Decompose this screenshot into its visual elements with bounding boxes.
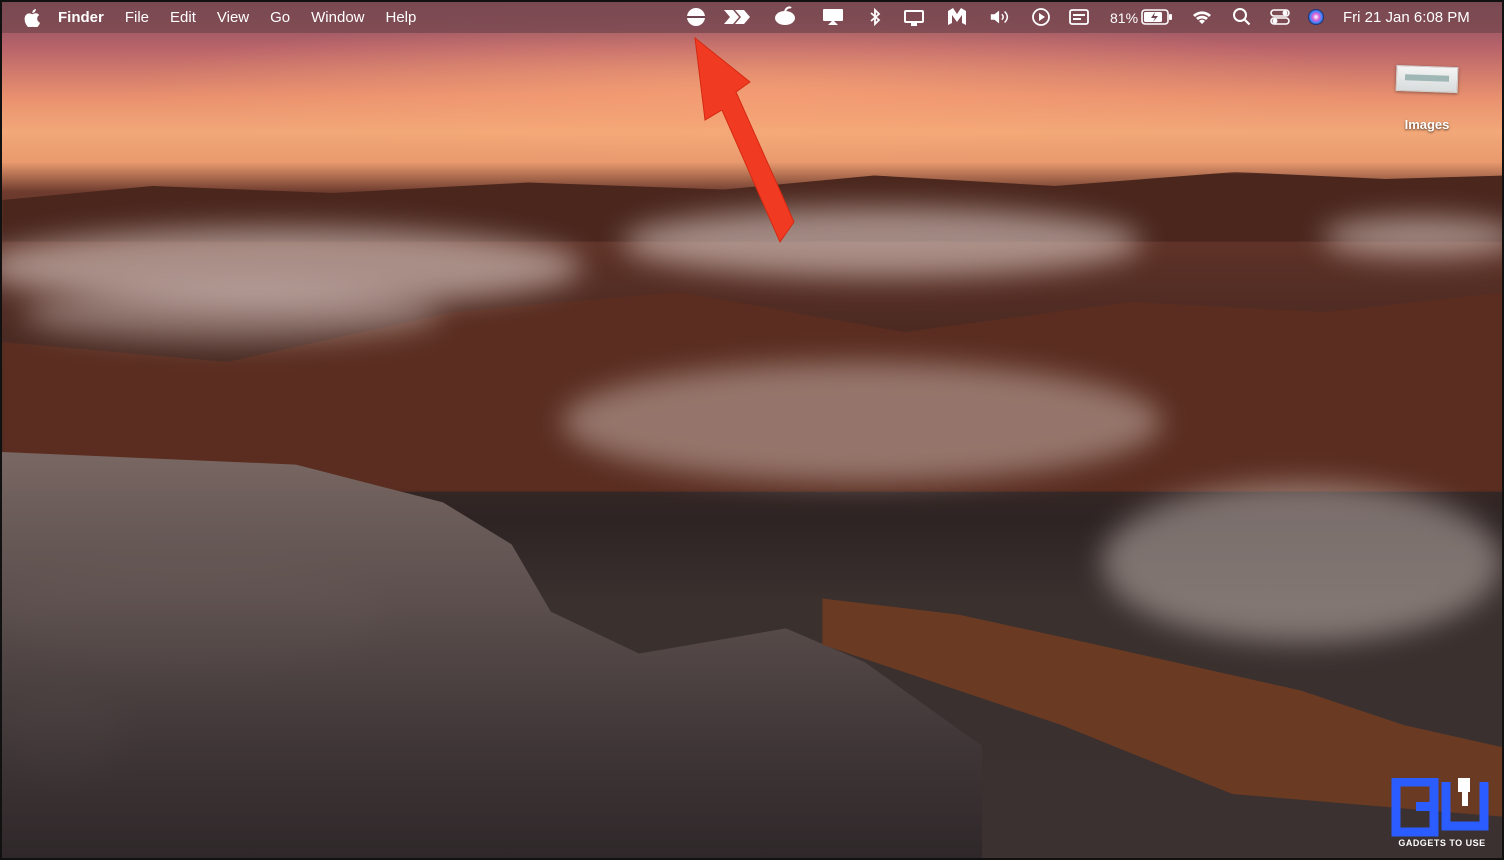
wifi-icon[interactable] xyxy=(1191,8,1213,26)
malwarebytes-icon[interactable] xyxy=(946,8,968,26)
desktop-screen: Finder File Edit View Go Window Help 81%… xyxy=(0,0,1504,860)
menu-window[interactable]: Window xyxy=(311,9,364,26)
image-file-icon xyxy=(1395,64,1459,94)
battery-icon[interactable] xyxy=(1141,8,1173,26)
desktop-icon-label: Images xyxy=(1404,117,1450,132)
coconut-battery-icon[interactable] xyxy=(774,6,796,25)
desktop-wallpaper xyxy=(2,2,1502,858)
fast-forward-icon[interactable] xyxy=(724,8,750,26)
airplay-display-icon[interactable] xyxy=(822,8,844,26)
menu-edit[interactable]: Edit xyxy=(170,9,196,26)
bluetooth-icon[interactable] xyxy=(864,8,886,26)
menu-go[interactable]: Go xyxy=(270,9,290,26)
battery-percent: 81% xyxy=(1110,10,1139,26)
play-icon[interactable] xyxy=(1030,8,1052,26)
menu-app-finder[interactable]: Finder xyxy=(58,9,104,26)
ocean xyxy=(2,452,982,858)
menubar-clock[interactable]: Fri 21 Jan 6:08 PM xyxy=(1343,9,1470,26)
search-icon[interactable] xyxy=(1231,8,1253,26)
menubar-app-icon-highlighted[interactable] xyxy=(685,8,707,26)
volume-icon[interactable] xyxy=(989,8,1011,26)
keyboard-input-icon[interactable] xyxy=(1068,8,1090,26)
menu-help[interactable]: Help xyxy=(386,9,417,26)
desktop-icon-images[interactable]: Images xyxy=(1387,60,1467,132)
apple-menu-icon[interactable] xyxy=(24,8,40,28)
menu-view[interactable]: View xyxy=(217,9,249,26)
menu-bar: Finder File Edit View Go Window Help 81%… xyxy=(2,2,1502,33)
display-icon[interactable] xyxy=(903,9,925,27)
control-center-icon[interactable] xyxy=(1269,8,1291,26)
watermark-text: GADGETS TO USE xyxy=(1398,838,1486,848)
menu-file[interactable]: File xyxy=(125,9,149,26)
siri-icon[interactable] xyxy=(1305,8,1327,26)
